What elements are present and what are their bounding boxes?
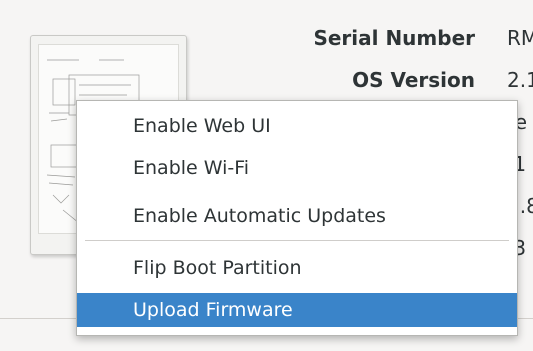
os-version-label: OS Version <box>352 68 475 92</box>
menu-item-flip-boot-partition[interactable]: Flip Boot Partition <box>77 251 517 285</box>
serial-number-value: RM <box>507 26 533 50</box>
menu-separator <box>85 240 509 241</box>
menu-item-upload-firmware[interactable]: Upload Firmware <box>77 293 517 327</box>
context-menu: Enable Web UI Enable Wi-Fi Enable Automa… <box>76 100 518 336</box>
serial-number-label: Serial Number <box>313 26 475 50</box>
os-version-value: 2.1 <box>507 68 533 92</box>
menu-item-enable-automatic-updates[interactable]: Enable Automatic Updates <box>77 199 517 233</box>
menu-item-enable-web-ui[interactable]: Enable Web UI <box>77 109 517 143</box>
menu-item-enable-wifi[interactable]: Enable Wi-Fi <box>77 151 517 185</box>
